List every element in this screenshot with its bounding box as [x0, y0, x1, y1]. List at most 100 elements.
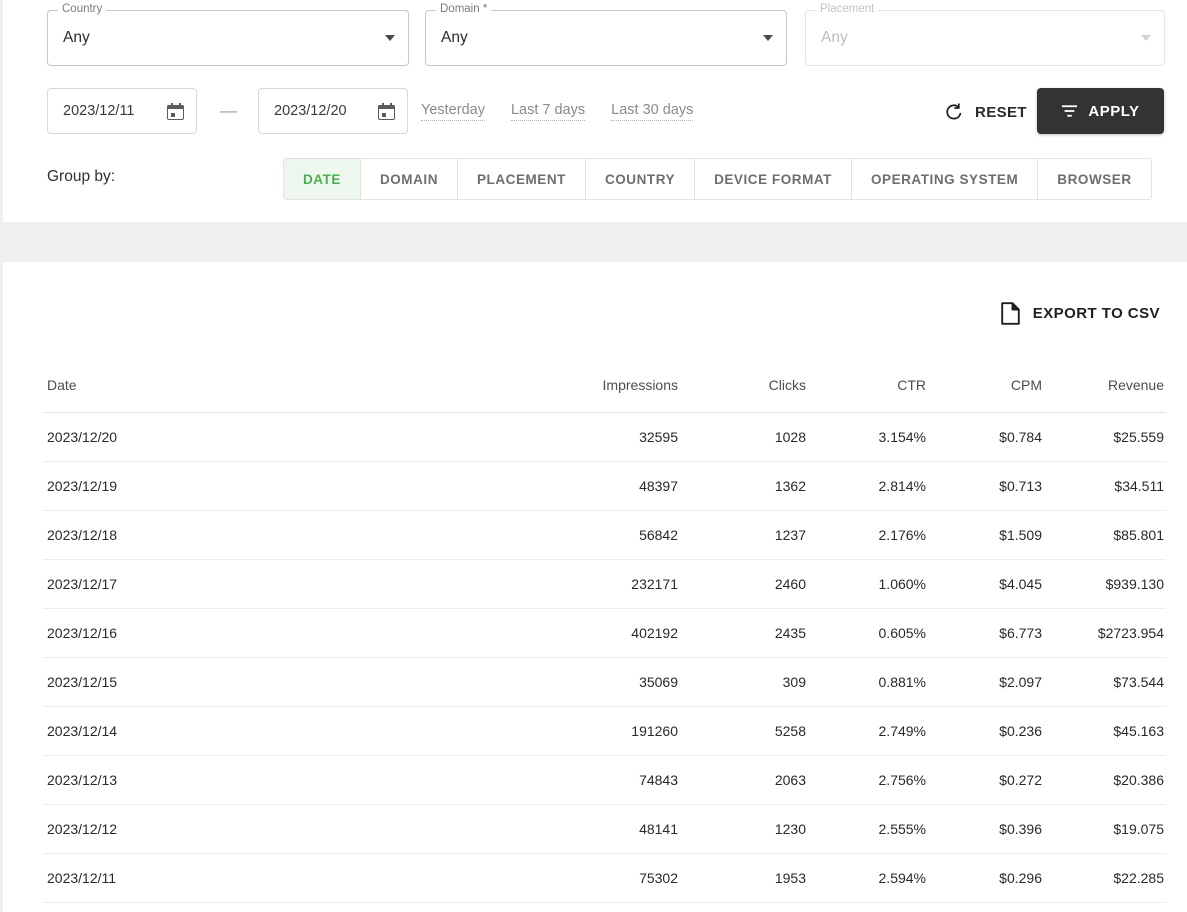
table-row[interactable]: 2023/12/17 232171 2460 1.060% $4.045 $939.130 — [43, 559, 1166, 609]
cell-impressions: 402192 — [453, 608, 678, 658]
tab-device-format[interactable]: DEVICE FORMAT — [695, 159, 852, 199]
cell-ctr: 3.154% — [806, 412, 926, 462]
apply-button[interactable]: APPLY — [1037, 88, 1164, 134]
file-icon — [1000, 302, 1020, 325]
tab-placement[interactable]: PLACEMENT — [458, 159, 586, 199]
cell-cpm: $0.236 — [926, 706, 1042, 756]
cell-cpm: $6.773 — [926, 608, 1042, 658]
cell-revenue: $19.075 — [1042, 804, 1166, 854]
date-to-input[interactable]: 2023/12/20 — [258, 88, 408, 134]
reset-button[interactable]: RESET — [940, 96, 1031, 128]
tab-date[interactable]: DATE — [284, 159, 361, 199]
table-row[interactable]: 2023/12/20 32595 1028 3.154% $0.784 $25.559 — [43, 412, 1166, 462]
placement-select-outline — [805, 10, 1165, 66]
cell-ctr: 0.881% — [806, 657, 926, 707]
refresh-icon — [946, 103, 962, 120]
placement-select: Placement Any — [805, 3, 1165, 66]
cell-revenue: $22.285 — [1042, 853, 1166, 903]
cell-clicks: 1953 — [678, 853, 806, 903]
quick-range-links: Yesterday Last 7 days Last 30 days — [421, 88, 694, 134]
cell-cpm: $2.097 — [926, 657, 1042, 707]
cell-revenue: $20.386 — [1042, 755, 1166, 805]
country-value: Any — [63, 29, 90, 46]
report-table-wrapper: Date Impressions Clicks CTR CPM Revenue … — [43, 357, 1166, 903]
country-select[interactable]: Country Any — [47, 3, 409, 66]
cell-cpm: $0.784 — [926, 412, 1042, 462]
country-select-outline — [47, 10, 409, 66]
cell-clicks: 1237 — [678, 510, 806, 560]
quick-range-last-7-days[interactable]: Last 7 days — [510, 102, 586, 121]
cell-ctr: 0.605% — [806, 608, 926, 658]
chevron-down-icon[interactable] — [763, 35, 773, 41]
cell-impressions: 75302 — [453, 853, 678, 903]
tab-domain[interactable]: DOMAIN — [360, 159, 458, 199]
table-row[interactable]: 2023/12/19 48397 1362 2.814% $0.713 $34.511 — [43, 461, 1166, 511]
column-header-clicks[interactable]: Clicks — [678, 357, 806, 413]
cell-date: 2023/12/20 — [43, 412, 453, 462]
cell-clicks: 2435 — [678, 608, 806, 658]
table-row[interactable]: 2023/12/11 75302 1953 2.594% $0.296 $22.285 — [43, 853, 1166, 903]
cell-cpm: $0.296 — [926, 853, 1042, 903]
cell-ctr: 2.555% — [806, 804, 926, 854]
column-header-date[interactable]: Date — [43, 357, 453, 413]
reset-label: RESET — [974, 103, 1027, 121]
tab-browser[interactable]: BROWSER — [1038, 159, 1151, 199]
column-header-ctr[interactable]: CTR — [806, 357, 926, 413]
column-header-cpm[interactable]: CPM — [926, 357, 1042, 413]
group-by-label: Group by: — [47, 168, 116, 185]
cell-clicks: 1362 — [678, 461, 806, 511]
table-row[interactable]: 2023/12/14 191260 5258 2.749% $0.236 $45.163 — [43, 706, 1166, 756]
cell-impressions: 191260 — [453, 706, 678, 756]
cell-clicks: 2460 — [678, 559, 806, 609]
date-to-value: 2023/12/20 — [274, 103, 347, 119]
table-header: Date Impressions Clicks CTR CPM Revenue — [43, 357, 1166, 413]
filters-panel: Country Any Domain * Any Placement Any 2… — [3, 0, 1187, 222]
cell-date: 2023/12/14 — [43, 706, 453, 756]
cell-date: 2023/12/12 — [43, 804, 453, 854]
date-from-input[interactable]: 2023/12/11 — [47, 88, 197, 134]
cell-impressions: 56842 — [453, 510, 678, 560]
cell-date: 2023/12/13 — [43, 755, 453, 805]
cell-impressions: 32595 — [453, 412, 678, 462]
calendar-icon[interactable] — [378, 102, 395, 120]
cell-revenue: $939.130 — [1042, 559, 1166, 609]
report-table: Date Impressions Clicks CTR CPM Revenue … — [43, 357, 1166, 903]
table-body: 2023/12/20 32595 1028 3.154% $0.784 $25.559 20… — [43, 412, 1166, 903]
calendar-icon[interactable] — [167, 102, 184, 120]
cell-clicks: 1028 — [678, 412, 806, 462]
quick-range-yesterday[interactable]: Yesterday — [421, 102, 485, 121]
tab-operating-system[interactable]: OPERATING SYSTEM — [851, 159, 1039, 199]
cell-impressions: 48141 — [453, 804, 678, 854]
table-row[interactable]: 2023/12/16 402192 2435 0.605% $6.773 $2723.95… — [43, 608, 1166, 658]
cell-revenue: $73.544 — [1042, 657, 1166, 707]
column-header-revenue[interactable]: Revenue — [1042, 357, 1166, 413]
table-row[interactable]: 2023/12/15 35069 309 0.881% $2.097 $73.544 — [43, 657, 1166, 707]
cell-cpm: $0.272 — [926, 755, 1042, 805]
cell-cpm: $0.713 — [926, 461, 1042, 511]
table-row[interactable]: 2023/12/13 74843 2063 2.756% $0.272 $20.386 — [43, 755, 1166, 805]
date-range-separator: — — [220, 101, 237, 120]
export-csv-button[interactable]: EXPORT TO CSV — [999, 296, 1162, 331]
cell-cpm: $1.509 — [926, 510, 1042, 560]
cell-impressions: 48397 — [453, 461, 678, 511]
cell-date: 2023/12/19 — [43, 461, 453, 511]
cell-impressions: 232171 — [453, 559, 678, 609]
chevron-down-icon[interactable] — [385, 35, 395, 41]
domain-value: Any — [441, 29, 468, 46]
cell-impressions: 35069 — [453, 657, 678, 707]
placement-value: Any — [821, 29, 848, 46]
cell-revenue: $45.163 — [1042, 706, 1166, 756]
cell-clicks: 2063 — [678, 755, 806, 805]
domain-select[interactable]: Domain * Any — [425, 3, 787, 66]
domain-select-outline — [425, 10, 787, 66]
cell-clicks: 5258 — [678, 706, 806, 756]
tab-country[interactable]: COUNTRY — [585, 159, 696, 199]
chevron-down-icon — [1141, 35, 1151, 41]
cell-clicks: 309 — [678, 657, 806, 707]
cell-clicks: 1230 — [678, 804, 806, 854]
cell-ctr: 2.594% — [806, 853, 926, 903]
table-row[interactable]: 2023/12/12 48141 1230 2.555% $0.396 $19.075 — [43, 804, 1166, 854]
table-row[interactable]: 2023/12/18 56842 1237 2.176% $1.509 $85.801 — [43, 510, 1166, 560]
column-header-impressions[interactable]: Impressions — [453, 357, 678, 413]
quick-range-last-30-days[interactable]: Last 30 days — [611, 102, 694, 121]
